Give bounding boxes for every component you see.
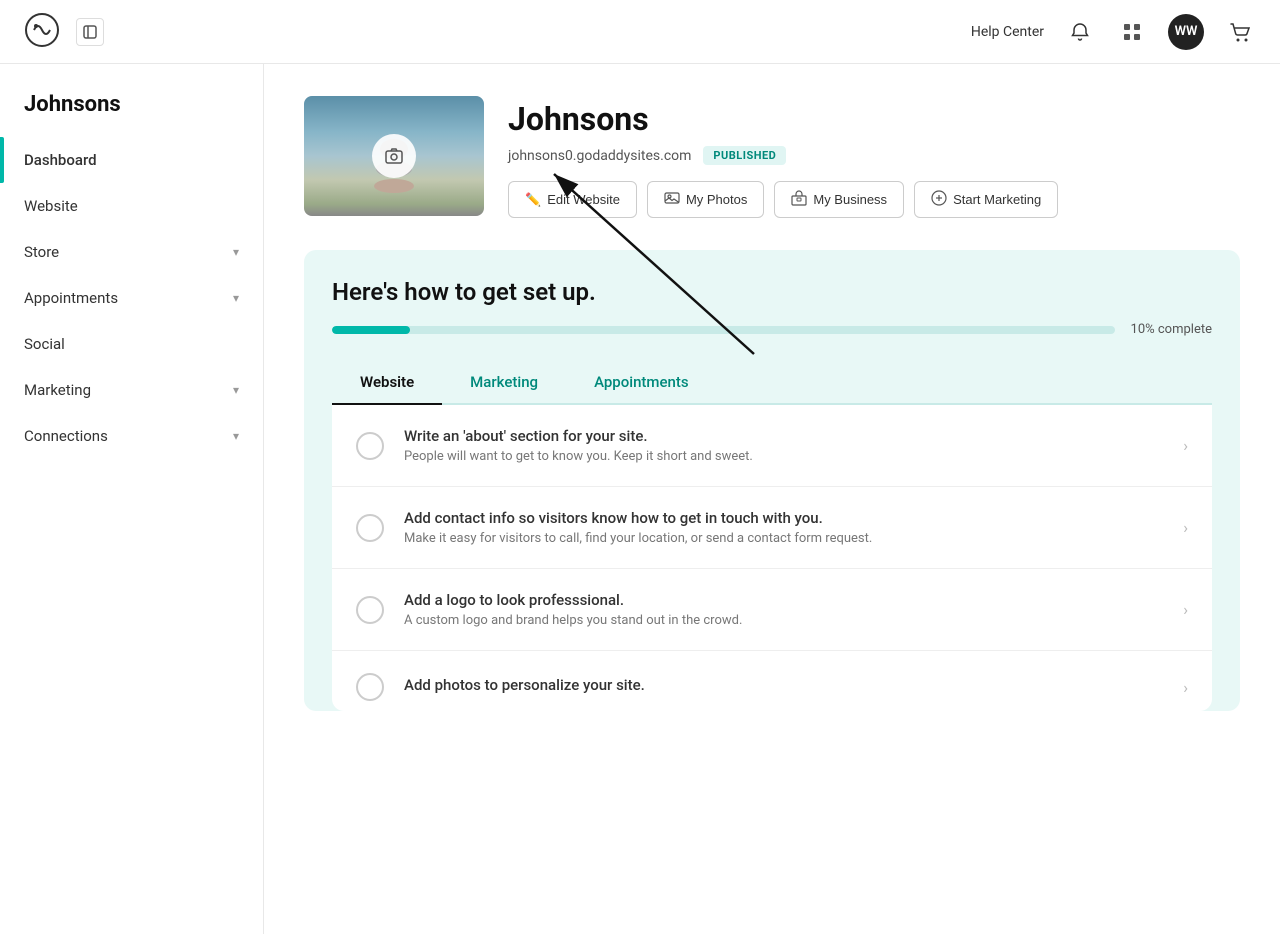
- sidebar-item-connections[interactable]: Connections ▾: [0, 413, 263, 459]
- progress-bar: [332, 326, 1115, 334]
- tab-appointments[interactable]: Appointments: [566, 361, 717, 405]
- checklist-title-about: Write an 'about' section for your site.: [404, 427, 1163, 445]
- checklist-text-about: Write an 'about' section for your site. …: [404, 427, 1163, 464]
- chevron-down-icon: ▾: [233, 383, 239, 397]
- edit-icon: ✏️: [525, 192, 541, 208]
- stone-3: [374, 179, 414, 193]
- chevron-down-icon: ▾: [233, 429, 239, 443]
- check-circle-logo: [356, 596, 384, 624]
- checklist-desc-logo: A custom logo and brand helps you stand …: [404, 613, 1163, 628]
- checklist-text-contact: Add contact info so visitors know how to…: [404, 509, 1163, 546]
- check-circle-contact: [356, 514, 384, 542]
- user-avatar[interactable]: WW: [1168, 14, 1204, 50]
- sidebar-item-label: Dashboard: [24, 151, 97, 169]
- edit-website-button[interactable]: ✏️ Edit Website: [508, 181, 637, 218]
- my-business-button[interactable]: My Business: [774, 181, 904, 218]
- sidebar-item-website[interactable]: Website: [0, 183, 263, 229]
- sidebar-item-label: Marketing: [24, 381, 91, 399]
- sidebar-item-label: Social: [24, 335, 65, 353]
- sidebar-item-marketing[interactable]: Marketing ▾: [0, 367, 263, 413]
- checklist-title-contact: Add contact info so visitors know how to…: [404, 509, 1163, 527]
- cart-button[interactable]: [1224, 16, 1256, 48]
- chevron-down-icon: ▾: [233, 245, 239, 259]
- header-left: [24, 12, 104, 52]
- chevron-right-icon: ›: [1183, 600, 1188, 619]
- checklist-item-photos[interactable]: Add photos to personalize your site. ›: [332, 651, 1212, 711]
- profile-actions: ✏️ Edit Website My Photos: [508, 181, 1240, 218]
- checklist-desc-contact: Make it easy for visitors to call, find …: [404, 531, 1163, 546]
- profile-image: [304, 96, 484, 216]
- profile-name: Johnsons: [508, 100, 1240, 138]
- sidebar-item-label: Connections: [24, 427, 108, 445]
- profile-info: Johnsons johnsons0.godaddysites.com PUBL…: [508, 96, 1240, 218]
- sidebar: Johnsons Dashboard Website Store ▾ Appoi…: [0, 64, 264, 934]
- photos-icon: [664, 190, 680, 209]
- sidebar-brand: Johnsons: [0, 64, 263, 137]
- chevron-down-icon: ▾: [233, 291, 239, 305]
- sidebar-item-appointments[interactable]: Appointments ▾: [0, 275, 263, 321]
- profile-url-row: johnsons0.godaddysites.com PUBLISHED: [508, 146, 1240, 165]
- notifications-button[interactable]: [1064, 16, 1096, 48]
- sidebar-item-label: Store: [24, 243, 59, 261]
- checklist-title-logo: Add a logo to look professsional.: [404, 591, 1163, 609]
- my-photos-button[interactable]: My Photos: [647, 181, 764, 218]
- apps-grid-button[interactable]: [1116, 16, 1148, 48]
- checklist-text-logo: Add a logo to look professsional. A cust…: [404, 591, 1163, 628]
- progress-fill: [332, 326, 410, 334]
- sidebar-item-dashboard[interactable]: Dashboard: [0, 137, 263, 183]
- checklist-text-photos: Add photos to personalize your site.: [404, 676, 1163, 698]
- start-marketing-button[interactable]: Start Marketing: [914, 181, 1058, 218]
- profile-section: Johnsons johnsons0.godaddysites.com PUBL…: [304, 96, 1240, 218]
- checklist: Write an 'about' section for your site. …: [332, 405, 1212, 711]
- setup-title: Here's how to get set up.: [332, 278, 1212, 306]
- sidebar-item-store[interactable]: Store ▾: [0, 229, 263, 275]
- sidebar-item-label: Website: [24, 197, 78, 215]
- sidebar-item-label: Appointments: [24, 289, 118, 307]
- tab-marketing[interactable]: Marketing: [442, 361, 566, 405]
- help-center-link[interactable]: Help Center: [971, 24, 1044, 40]
- check-circle-about: [356, 432, 384, 460]
- header-right: Help Center WW: [971, 14, 1256, 50]
- chevron-right-icon: ›: [1183, 678, 1188, 697]
- camera-button[interactable]: [372, 134, 416, 178]
- start-marketing-label: Start Marketing: [953, 192, 1041, 207]
- logo[interactable]: [24, 12, 60, 52]
- sidebar-nav: Dashboard Website Store ▾ Appointments ▾…: [0, 137, 263, 934]
- published-badge: PUBLISHED: [703, 146, 786, 165]
- edit-website-label: Edit Website: [547, 192, 620, 207]
- setup-card: Here's how to get set up. 10% complete W…: [304, 250, 1240, 711]
- header: Help Center WW: [0, 0, 1280, 64]
- check-circle-photos: [356, 673, 384, 701]
- checklist-item-logo[interactable]: Add a logo to look professsional. A cust…: [332, 569, 1212, 651]
- my-business-label: My Business: [813, 192, 887, 207]
- progress-row: 10% complete: [332, 322, 1212, 337]
- checklist-title-photos: Add photos to personalize your site.: [404, 676, 1163, 694]
- profile-url: johnsons0.godaddysites.com: [508, 148, 691, 164]
- main-content: Johnsons johnsons0.godaddysites.com PUBL…: [264, 64, 1280, 934]
- checklist-item-contact[interactable]: Add contact info so visitors know how to…: [332, 487, 1212, 569]
- chevron-right-icon: ›: [1183, 518, 1188, 537]
- tab-website[interactable]: Website: [332, 361, 442, 405]
- checklist-desc-about: People will want to get to know you. Kee…: [404, 449, 1163, 464]
- sidebar-item-social[interactable]: Social: [0, 321, 263, 367]
- checklist-item-about[interactable]: Write an 'about' section for your site. …: [332, 405, 1212, 487]
- chevron-right-icon: ›: [1183, 436, 1188, 455]
- setup-tabs: Website Marketing Appointments: [332, 361, 1212, 405]
- business-icon: [791, 190, 807, 209]
- my-photos-label: My Photos: [686, 192, 747, 207]
- layout: Johnsons Dashboard Website Store ▾ Appoi…: [0, 64, 1280, 934]
- progress-label: 10% complete: [1131, 322, 1212, 337]
- plus-circle-icon: [931, 190, 947, 209]
- sidebar-collapse-button[interactable]: [76, 18, 104, 46]
